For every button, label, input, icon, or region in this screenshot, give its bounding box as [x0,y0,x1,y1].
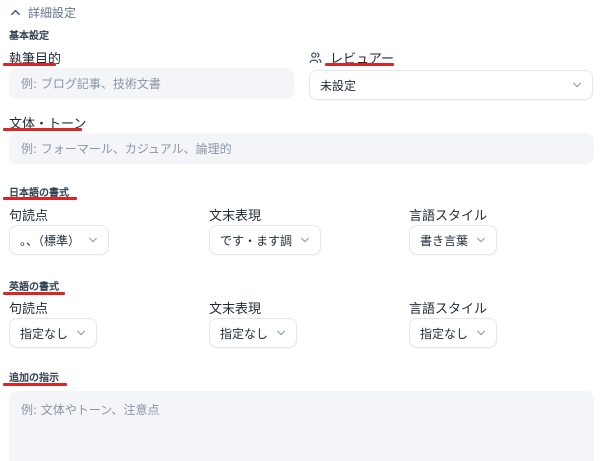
jp-sentence-ending-value: です・ます調 [220,233,293,248]
jp-language-style-select[interactable]: 書き言葉 [409,225,498,255]
reviewer-select[interactable]: 未設定 [309,70,593,100]
additional-instructions-textarea[interactable]: 例: 文体やトーン、注意点 [9,391,594,461]
en-language-style-select[interactable]: 指定なし [409,318,498,348]
style-tone-placeholder: 例: フォーマール、カジュアル、論理的 [21,142,232,156]
en-language-style-value: 指定なし [420,326,469,341]
reviewer-value: 未設定 [320,78,357,93]
style-tone-input[interactable]: 例: フォーマール、カジュアル、論理的 [9,133,594,164]
section-heading-basic: 基本設定 [9,31,49,42]
annotation-underline [3,383,67,386]
chevron-down-icon [477,237,485,243]
jp-punctuation-label: 句読点 [9,209,49,224]
en-sentence-ending-select[interactable]: 指定なし [209,318,298,348]
jp-language-style-value: 書き言葉 [420,233,469,248]
jp-punctuation-value: 。、（標準） [20,233,81,248]
details-toggle-label: 詳細設定 [28,5,77,20]
jp-sentence-ending-label: 文末表現 [209,209,262,224]
section-heading-additional: 追加の指示 [9,373,59,384]
chevron-up-icon [11,9,20,15]
en-punctuation-value: 指定なし [20,326,69,341]
writing-purpose-input[interactable]: 例: ブログ記事、技術文書 [9,68,294,99]
chevron-down-icon [77,330,85,336]
jp-sentence-ending-select[interactable]: です・ます調 [209,225,322,255]
chevron-down-icon [89,237,97,243]
annotation-underline [3,292,65,295]
en-sentence-ending-label: 文末表現 [209,302,262,317]
jp-language-style-label: 言語スタイル [409,209,488,224]
chevron-down-icon [277,330,285,336]
en-punctuation-select[interactable]: 指定なし [9,318,98,348]
en-punctuation-label: 句読点 [9,302,49,317]
annotation-underline [3,128,82,131]
chevron-down-icon [477,330,485,336]
en-language-style-label: 言語スタイル [409,302,488,317]
annotation-underline [3,197,77,200]
chevron-down-icon [301,237,309,243]
chevron-down-icon [573,82,581,88]
writing-purpose-placeholder: 例: ブログ記事、技術文書 [21,77,161,91]
en-sentence-ending-value: 指定なし [220,326,269,341]
users-icon [309,52,322,63]
section-heading-english: 英語の書式 [9,282,59,293]
details-toggle[interactable]: 詳細設定 [10,3,76,21]
additional-instructions-placeholder: 例: 文体やトーン、注意点 [21,403,160,417]
annotation-underline [3,63,56,66]
annotation-underline [325,63,394,66]
jp-punctuation-select[interactable]: 。、（標準） [9,225,110,255]
